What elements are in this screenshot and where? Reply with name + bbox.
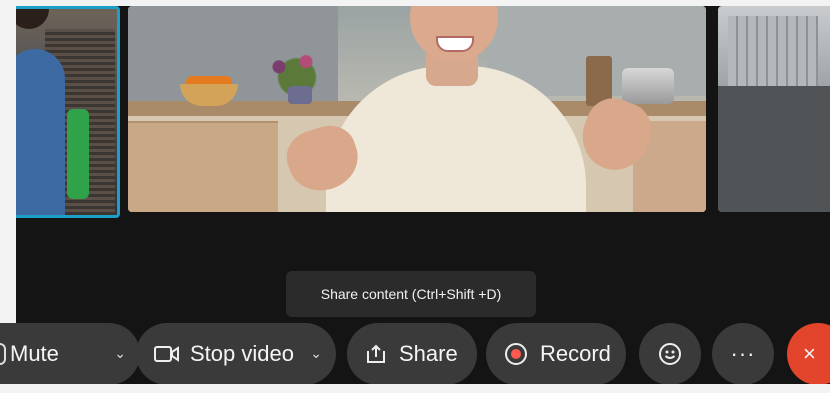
more-icon: ··· [730,341,756,366]
stop-video-label: Stop video [190,341,294,366]
speaker-face [410,6,498,62]
bottom-margin [0,384,830,393]
smiley-icon [658,342,682,366]
green-chair [67,109,89,199]
participant-shirt [16,49,65,215]
share-label: Share [399,341,458,366]
leave-icon: × [803,341,816,366]
reactions-button[interactable] [639,323,701,385]
microphone-icon [0,343,6,365]
stop-video-button[interactable]: Stop video ⌄ [136,323,336,385]
desk-area [718,86,830,212]
mute-label: Mute [10,341,59,366]
chevron-down-icon[interactable]: ⌄ [310,345,322,362]
participant-video-tile-right[interactable] [718,6,830,212]
more-options-button[interactable]: ··· [712,323,774,385]
vase [288,86,312,104]
record-label: Record [540,341,611,366]
mute-button[interactable]: Mute ⌄ [0,323,140,385]
record-button[interactable]: Record [486,323,626,385]
participant-hair [16,9,49,29]
city-buildings [728,16,818,86]
speaker-mouth [436,36,474,52]
participant-video-tile-left[interactable] [16,6,120,218]
share-tooltip: Share content (Ctrl+Shift +D) [286,271,536,317]
share-button[interactable]: Share [347,323,477,385]
camera-icon [154,345,180,363]
toaster [622,68,674,104]
record-icon [504,342,528,366]
tooltip-text: Share content (Ctrl+Shift +D) [320,286,502,302]
kitchen-cabinet [128,121,278,212]
share-icon [365,343,387,365]
participant-video-tile-main[interactable] [128,6,706,212]
chevron-down-icon[interactable]: ⌄ [114,345,126,362]
